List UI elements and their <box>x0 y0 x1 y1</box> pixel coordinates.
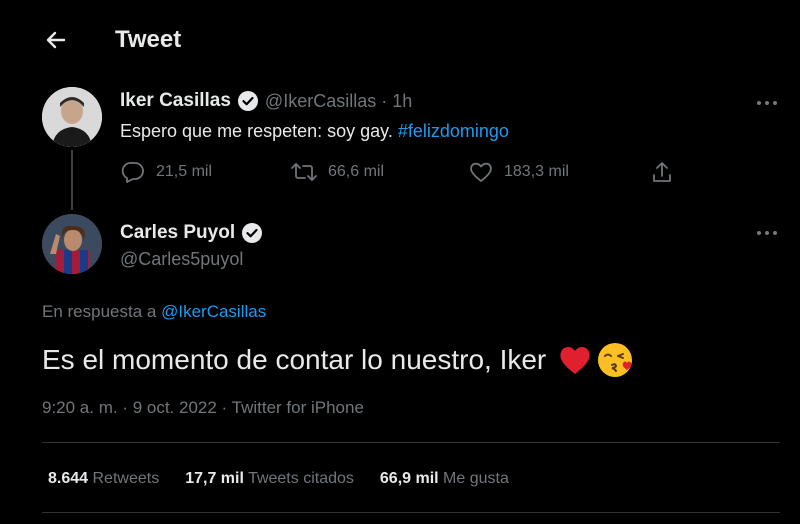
thread-line <box>71 150 73 210</box>
tweet-detail-page: Tweet Iker Casillas @IkerCasillas · 1h E… <box>0 0 800 524</box>
reply-button[interactable]: 21,5 mil <box>120 160 212 184</box>
likes-stat-count: 66,9 mil <box>379 470 439 487</box>
verified-badge-icon <box>241 222 263 244</box>
reply-author-name[interactable]: Carles Puyol <box>120 222 235 244</box>
quote-tweets-stat[interactable]: 17,7 mil Tweets citados <box>185 470 354 488</box>
hashtag-link[interactable]: #felizdomingo <box>398 121 509 141</box>
header: Tweet <box>0 0 800 80</box>
reply-author-row: Carles Puyol <box>120 222 269 244</box>
original-author-handle[interactable]: @IkerCasillas · 1h <box>265 91 412 112</box>
quote-tweets-stat-label: Tweets citados <box>248 470 354 487</box>
like-count: 183,3 mil <box>504 163 569 180</box>
face-blowing-kiss-icon <box>596 340 636 380</box>
reply-tweet-body: Es el momento de contar lo nuestro, Iker <box>42 344 547 375</box>
original-tweet-body: Espero que me respeten: soy gay. <box>120 121 393 141</box>
verified-badge-icon <box>237 90 259 112</box>
reply-count: 21,5 mil <box>156 163 213 180</box>
red-heart-icon <box>558 344 592 376</box>
more-options-icon[interactable] <box>752 226 782 240</box>
reply-context: En respuesta a @IkerCasillas <box>42 302 266 322</box>
reply-mention-link[interactable]: @IkerCasillas <box>161 302 266 321</box>
share-button[interactable] <box>650 160 684 184</box>
reply-tweet-text: Es el momento de contar lo nuestro, Iker <box>42 340 636 380</box>
retweet-count: 66,6 mil <box>328 163 385 180</box>
original-author-row: Iker Casillas @IkerCasillas · 1h <box>120 90 412 112</box>
reply-icon <box>121 162 144 183</box>
divider <box>42 512 780 513</box>
retweet-button[interactable]: 66,6 mil <box>290 160 384 184</box>
original-author-name[interactable]: Iker Casillas <box>120 90 231 112</box>
retweets-stat-label: Retweets <box>92 470 160 487</box>
back-arrow-icon[interactable] <box>40 24 72 56</box>
original-tweet-actions: 21,5 mil 66,6 mil 183,3 mil <box>120 160 680 188</box>
avatar-carles-puyol[interactable] <box>42 214 102 274</box>
reply-author-handle[interactable]: @Carles5puyol <box>120 249 243 270</box>
avatar-iker-casillas[interactable] <box>42 87 102 147</box>
likes-stat[interactable]: 66,9 mil Me gusta <box>380 470 509 488</box>
tweet-timestamp-source[interactable]: 9:20 a. m. · 9 oct. 2022 · Twitter for i… <box>42 398 364 418</box>
share-icon <box>653 162 671 182</box>
quote-tweets-stat-count: 17,7 mil <box>185 470 244 487</box>
retweets-stat-count: 8.644 <box>48 470 89 487</box>
page-title: Tweet <box>115 26 182 53</box>
divider <box>42 442 780 443</box>
tweet-stats: 8.644 Retweets 17,7 mil Tweets citados 6… <box>48 470 535 488</box>
like-button[interactable]: 183,3 mil <box>468 160 569 184</box>
more-options-icon[interactable] <box>752 96 782 110</box>
original-tweet-text: Espero que me respeten: soy gay. #felizd… <box>120 121 509 142</box>
retweets-stat[interactable]: 8.644 Retweets <box>48 470 159 488</box>
retweet-icon <box>291 163 317 181</box>
heart-outline-icon <box>470 162 492 182</box>
reply-prefix: En respuesta a <box>42 302 157 321</box>
likes-stat-label: Me gusta <box>443 470 509 487</box>
